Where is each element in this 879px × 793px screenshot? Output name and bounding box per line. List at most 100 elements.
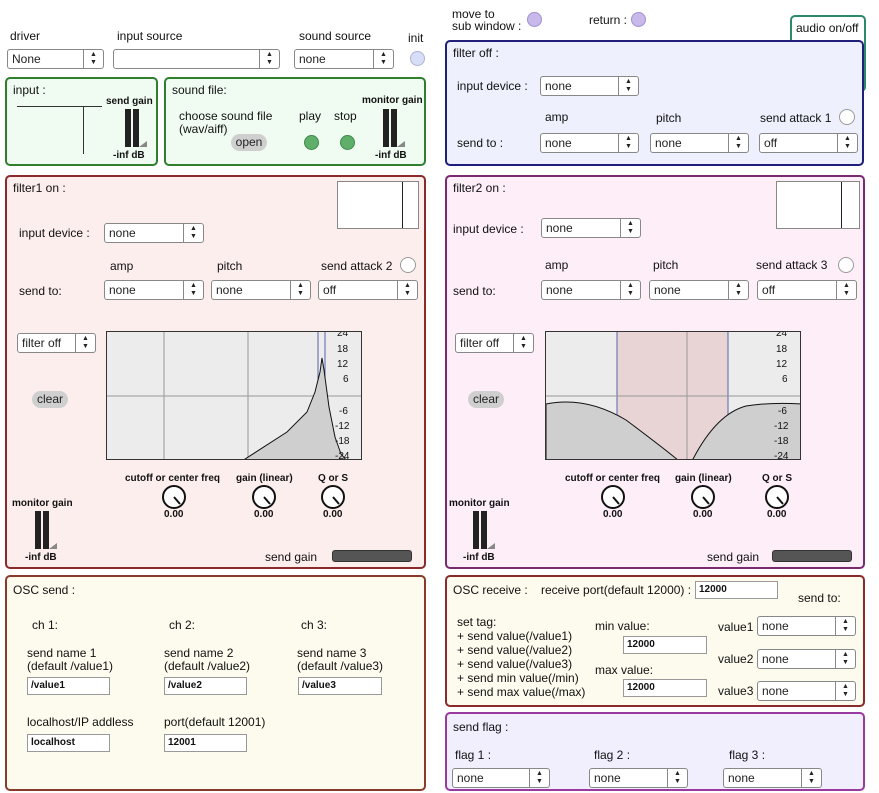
audio-label: audio on/off <box>796 21 859 35</box>
filter2-response-graph[interactable]: 24 18 12 6 -6 -12 -18 -24 <box>545 331 801 460</box>
send-gain-slider[interactable] <box>772 550 852 562</box>
send-attack-3-label: send attack 3 <box>756 258 828 272</box>
amp-dropdown[interactable]: none ▲ ▼ <box>540 133 639 153</box>
stop-label: stop <box>334 109 357 123</box>
attack-dropdown[interactable]: off ▲ ▼ <box>759 133 858 153</box>
ip-input[interactable]: localhost <box>27 734 110 752</box>
send-gain-meter[interactable] <box>125 109 147 147</box>
send-name-3-input[interactable]: /value3 <box>298 677 382 695</box>
filter1-title: filter1 on : <box>13 181 66 195</box>
gain-knob[interactable] <box>251 484 277 510</box>
updown-arrow-icon: ▲ ▼ <box>835 617 855 635</box>
max-value-input[interactable]: 12000 <box>623 679 707 697</box>
receive-port-input[interactable]: 12000 <box>695 581 778 599</box>
filter2-panel: filter2 on : input device : none ▲ ▼ amp p… <box>445 175 865 569</box>
amp-dropdown[interactable]: none ▲ ▼ <box>541 280 641 300</box>
q-value: 0.00 <box>767 509 787 520</box>
flag3-dropdown[interactable]: none ▲ ▼ <box>723 768 822 788</box>
sound-source-dropdown[interactable]: none ▲ ▼ <box>294 49 394 69</box>
flag3-value: none <box>728 771 755 785</box>
monitor-gain-label: monitor gain <box>362 95 423 106</box>
input-device-dropdown[interactable]: none ▲ ▼ <box>104 223 204 243</box>
input-device-value: none <box>546 221 573 235</box>
value1-dropdown[interactable]: none ▲ ▼ <box>757 616 856 636</box>
open-button[interactable]: open <box>231 134 267 151</box>
value2-dest: none <box>762 652 789 666</box>
clear-button[interactable]: clear <box>32 391 68 408</box>
min-value-input[interactable]: 12000 <box>623 636 707 654</box>
gain-value: 0.00 <box>693 509 713 520</box>
pitch-dropdown[interactable]: none ▲ ▼ <box>211 280 311 300</box>
value1-label: value1 <box>718 620 754 634</box>
monitor-gain-meter[interactable] <box>473 511 495 549</box>
filter1-response-graph[interactable]: 24 18 12 6 -6 -12 -18 -24 <box>106 331 362 460</box>
init-button[interactable] <box>410 51 425 66</box>
filter1-db-scale: 24 18 12 6 -6 -12 -18 -24 <box>329 332 361 460</box>
input-source-dropdown[interactable]: ▲ ▼ <box>113 49 280 69</box>
flag1-dropdown[interactable]: none ▲ ▼ <box>452 768 550 788</box>
db-tick: -12 <box>774 421 789 432</box>
attack-value: off <box>762 283 776 297</box>
send-name-2-default: (default /value2) <box>164 659 251 673</box>
flag2-dropdown[interactable]: none ▲ ▼ <box>589 768 688 788</box>
input-device-label: input device : <box>19 226 90 240</box>
port-input[interactable]: 12001 <box>164 734 247 752</box>
play-button[interactable] <box>304 135 319 150</box>
monitor-gain-level: -inf dB <box>375 150 407 161</box>
amp-value: none <box>109 283 136 297</box>
amp-label: amp <box>110 259 134 273</box>
db-tick: -18 <box>335 436 350 447</box>
monitor-gain-meter[interactable] <box>35 511 57 549</box>
send-name-2-input[interactable]: /value2 <box>164 677 247 695</box>
updown-arrow-icon: ▲ ▼ <box>618 77 638 95</box>
send-attack-1-toggle[interactable] <box>839 109 855 125</box>
amp-label: amp <box>545 258 569 272</box>
sound-source-value: none <box>299 52 326 66</box>
send-attack-2-toggle[interactable] <box>400 257 416 273</box>
min-value-label: min value: <box>595 619 650 633</box>
amp-dropdown[interactable]: none ▲ ▼ <box>104 280 204 300</box>
filter-mode-value: filter off <box>22 336 62 350</box>
return-button[interactable] <box>631 12 646 27</box>
input-device-label: input device : <box>453 222 524 236</box>
value1-dest: none <box>762 619 789 633</box>
gain-knob[interactable] <box>690 484 716 510</box>
db-tick: -12 <box>335 421 350 432</box>
monitor-gain-label: monitor gain <box>449 498 510 509</box>
driver-dropdown[interactable]: None ▲ ▼ <box>7 49 104 69</box>
pitch-value: none <box>654 283 681 297</box>
cutoff-knob[interactable] <box>161 484 187 510</box>
db-tick: -24 <box>774 451 789 460</box>
filter-mode-dropdown[interactable]: filter off ▲ ▼ <box>17 333 96 353</box>
attack-value: off <box>764 136 778 150</box>
filter2-title: filter2 on : <box>453 181 506 195</box>
updown-arrow-icon: ▲ ▼ <box>75 334 95 352</box>
filter-mode-dropdown[interactable]: filter off ▲ ▼ <box>455 333 534 353</box>
value3-dropdown[interactable]: none ▲ ▼ <box>757 681 856 701</box>
send-gain-slider[interactable] <box>332 550 412 562</box>
move-to-sub-window-button[interactable] <box>527 12 542 27</box>
pitch-label: pitch <box>217 259 243 273</box>
stop-button[interactable] <box>340 135 355 150</box>
send-to-label: send to : <box>457 136 504 150</box>
amp-value: none <box>545 136 572 150</box>
send-name-1-input[interactable]: /value1 <box>27 677 110 695</box>
input-device-dropdown[interactable]: none ▲ ▼ <box>541 218 641 238</box>
q-knob[interactable] <box>320 484 346 510</box>
flag3-label: flag 3 : <box>729 748 766 762</box>
send-attack-3-toggle[interactable] <box>838 257 854 273</box>
pitch-dropdown[interactable]: none ▲ ▼ <box>649 280 749 300</box>
pitch-dropdown[interactable]: none ▲ ▼ <box>650 133 749 153</box>
monitor-gain-meter[interactable] <box>383 109 405 147</box>
input-device-dropdown[interactable]: none ▲ ▼ <box>540 76 639 96</box>
value2-dropdown[interactable]: none ▲ ▼ <box>757 649 856 669</box>
db-tick: 6 <box>782 374 788 385</box>
set-tag-line: + send value(/value3) <box>457 657 573 671</box>
attack-dropdown[interactable]: off ▲ ▼ <box>757 280 857 300</box>
clear-button[interactable]: clear <box>468 391 504 408</box>
q-knob[interactable] <box>764 484 790 510</box>
db-tick: -24 <box>335 451 350 460</box>
attack-dropdown[interactable]: off ▲ ▼ <box>318 280 418 300</box>
pitch-label: pitch <box>656 111 682 125</box>
cutoff-knob[interactable] <box>600 484 626 510</box>
